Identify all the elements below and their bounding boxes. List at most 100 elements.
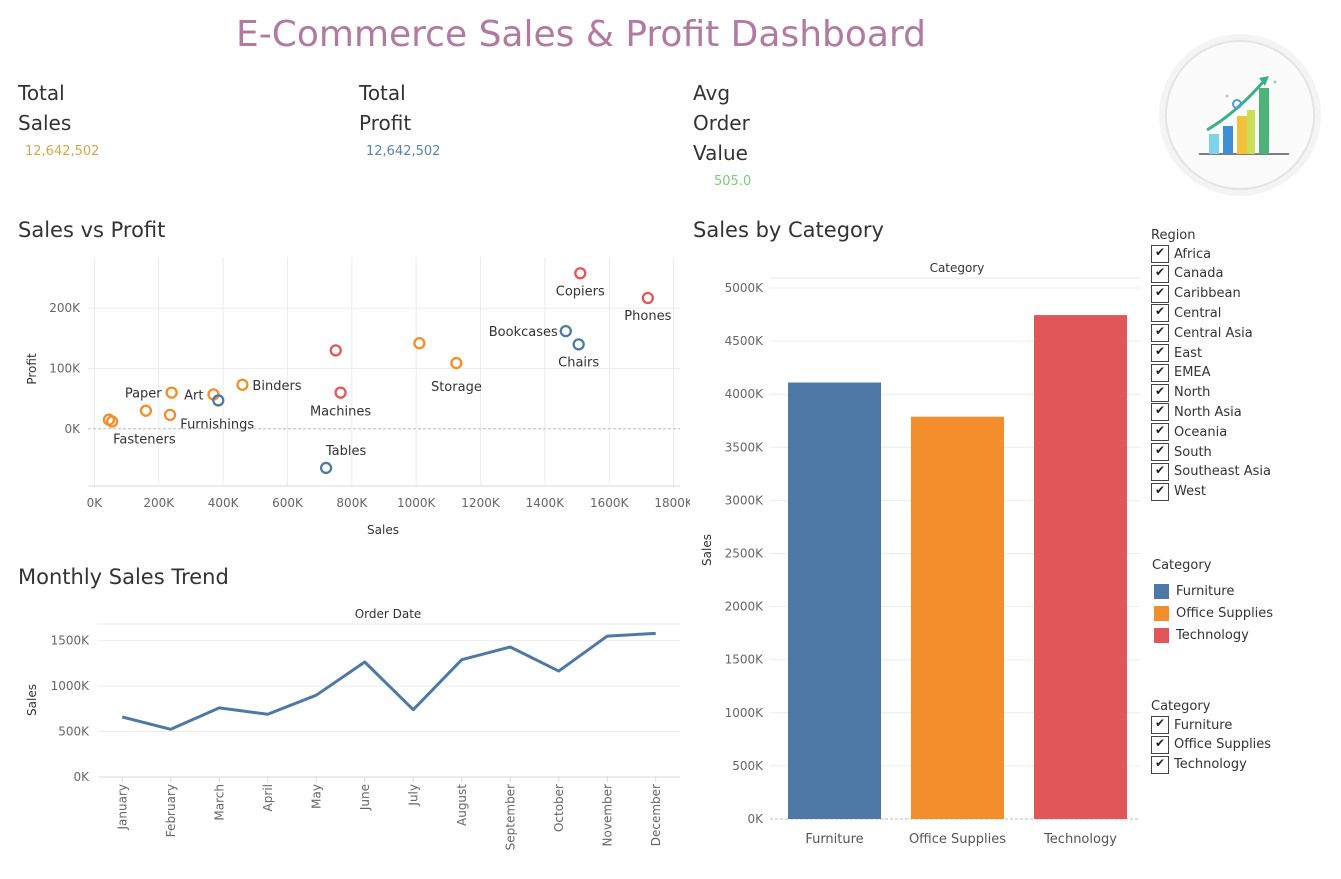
kpi-total-profit: Total Profit 12,642,502 xyxy=(359,78,440,159)
filter-option[interactable]: EMEA xyxy=(1151,363,1211,383)
y-tick-label: 4000K xyxy=(725,387,765,401)
category-legend: Category Furniture Office Supplies Technol… xyxy=(1151,558,1336,648)
filter-option[interactable]: Africa xyxy=(1151,244,1211,264)
sales-trend-line[interactable] xyxy=(121,631,656,731)
y-tick-label: 500K xyxy=(732,759,764,773)
filter-option[interactable]: Technology xyxy=(1151,755,1247,775)
scatter-point[interactable] xyxy=(105,415,119,428)
filter-option[interactable]: Southeast Asia xyxy=(1151,462,1271,482)
kpi-label: Total xyxy=(359,81,406,105)
checkbox-checked-icon[interactable] xyxy=(1151,482,1169,501)
checkbox-checked-icon[interactable] xyxy=(1151,304,1169,323)
scatter-point[interactable] xyxy=(450,356,463,370)
scatter-point[interactable] xyxy=(334,386,347,399)
checkbox-checked-icon[interactable] xyxy=(1151,383,1169,402)
point-label: Copiers xyxy=(556,284,605,299)
x-tick-label: January xyxy=(115,784,129,831)
legend-label: Technology xyxy=(1176,627,1249,643)
x-tick-label: 200K xyxy=(143,496,175,510)
x-tick-label: February xyxy=(164,784,178,837)
bar-section-title: Sales by Category xyxy=(693,218,884,242)
filter-option[interactable]: Office Supplies xyxy=(1151,735,1271,755)
scatter-point[interactable] xyxy=(574,267,587,280)
filter-option[interactable]: North Asia xyxy=(1151,402,1242,422)
scatter-point[interactable] xyxy=(319,461,333,475)
bar-chart[interactable]: Category 0K 500K 1000K 1500K 2000K 2500K 3000K 3… xyxy=(690,255,1140,855)
kpi-label: Total xyxy=(18,81,65,105)
filter-option-label: Southeast Asia xyxy=(1174,464,1271,480)
y-tick-label: 2500K xyxy=(725,547,765,561)
checkbox-checked-icon[interactable] xyxy=(1151,264,1169,283)
checkbox-checked-icon[interactable] xyxy=(1151,462,1169,481)
point-label: Storage xyxy=(431,380,482,395)
y-tick-label: 0K xyxy=(73,770,90,784)
legend-label: Furniture xyxy=(1176,583,1235,599)
filter-option[interactable]: Central Asia xyxy=(1151,323,1253,343)
category-legend-title: Category xyxy=(1152,558,1212,573)
filter-option[interactable]: Furniture xyxy=(1151,715,1232,735)
x-tick-label: December xyxy=(649,784,663,846)
legend-item[interactable]: Office Supplies xyxy=(1154,603,1273,623)
checkbox-checked-icon[interactable] xyxy=(1151,324,1169,343)
checkbox-checked-icon[interactable] xyxy=(1151,344,1169,362)
scatter-point[interactable] xyxy=(329,344,342,357)
y-tick-label: 0K xyxy=(747,812,764,826)
filter-option-label: EMEA xyxy=(1174,365,1211,381)
y-tick-label: 200K xyxy=(49,301,81,315)
category-filter-title: Category xyxy=(1151,699,1211,714)
checkbox-checked-icon[interactable] xyxy=(1151,284,1169,303)
legend-swatch xyxy=(1154,583,1169,599)
y-tick-label: 500K xyxy=(58,725,90,739)
scatter-point[interactable] xyxy=(641,291,654,305)
legend-item[interactable]: Furniture xyxy=(1154,581,1234,601)
filter-option[interactable]: Canada xyxy=(1151,264,1223,284)
growth-chart-icon xyxy=(1165,40,1315,190)
point-label: Fasteners xyxy=(113,433,176,448)
point-label: Chairs xyxy=(558,355,599,370)
checkbox-checked-icon[interactable] xyxy=(1151,363,1169,382)
y-tick-label: 3500K xyxy=(725,440,765,454)
checkbox-checked-icon[interactable] xyxy=(1151,245,1169,263)
checkbox-checked-icon[interactable] xyxy=(1151,443,1169,461)
x-tick-label: March xyxy=(212,784,226,821)
bar[interactable] xyxy=(1034,315,1127,819)
filter-option[interactable]: West xyxy=(1151,482,1206,502)
point-label: Bookcases xyxy=(489,325,558,340)
filter-option-label: Central xyxy=(1174,305,1222,321)
filter-option-label: North xyxy=(1174,385,1211,401)
point-label: Binders xyxy=(252,379,301,394)
scatter-point[interactable] xyxy=(165,386,178,399)
line-chart[interactable]: Order Date 0K 500K 1000K 1500K Sales January Fe… xyxy=(0,600,690,870)
kpi-value: 12,642,502 xyxy=(366,144,441,159)
checkbox-checked-icon[interactable] xyxy=(1151,755,1169,774)
scatter-point[interactable] xyxy=(139,404,153,417)
scatter-point[interactable] xyxy=(572,338,585,351)
filter-option[interactable]: Central xyxy=(1151,303,1221,323)
scatter-chart[interactable]: 0K 200K 400K 600K 800K 1000K 1200K 1400K 1600K 18… xyxy=(0,245,690,545)
filter-option[interactable]: South xyxy=(1151,442,1212,462)
checkbox-checked-icon[interactable] xyxy=(1151,403,1169,422)
legend-item[interactable]: Technology xyxy=(1154,625,1249,645)
scatter-point[interactable] xyxy=(236,378,249,391)
filter-option[interactable]: East xyxy=(1151,343,1202,363)
bar[interactable] xyxy=(911,416,1004,819)
checkbox-checked-icon[interactable] xyxy=(1151,735,1169,754)
scatter-point[interactable] xyxy=(163,408,177,422)
kpi-value: 505.0 xyxy=(714,174,752,189)
x-tick-label: 1200K xyxy=(461,496,501,510)
checkbox-checked-icon[interactable] xyxy=(1151,423,1169,442)
y-tick-label: 0K xyxy=(64,422,81,436)
y-tick-label: 2000K xyxy=(725,600,765,614)
y-tick-label: 4500K xyxy=(725,334,765,348)
checkbox-checked-icon[interactable] xyxy=(1151,716,1169,734)
scatter-point[interactable] xyxy=(559,324,572,338)
filter-option[interactable]: Oceania xyxy=(1151,422,1227,442)
filter-option[interactable]: North xyxy=(1151,383,1210,403)
filter-option[interactable]: Caribbean xyxy=(1151,284,1241,304)
y-axis-title: Sales xyxy=(25,684,39,716)
line-chart-header: Order Date xyxy=(355,607,422,621)
bar[interactable] xyxy=(788,382,881,819)
x-tick-label: 600K xyxy=(272,496,304,510)
x-tick-label: Office Supplies xyxy=(909,832,1006,847)
filter-option-label: South xyxy=(1174,444,1212,460)
